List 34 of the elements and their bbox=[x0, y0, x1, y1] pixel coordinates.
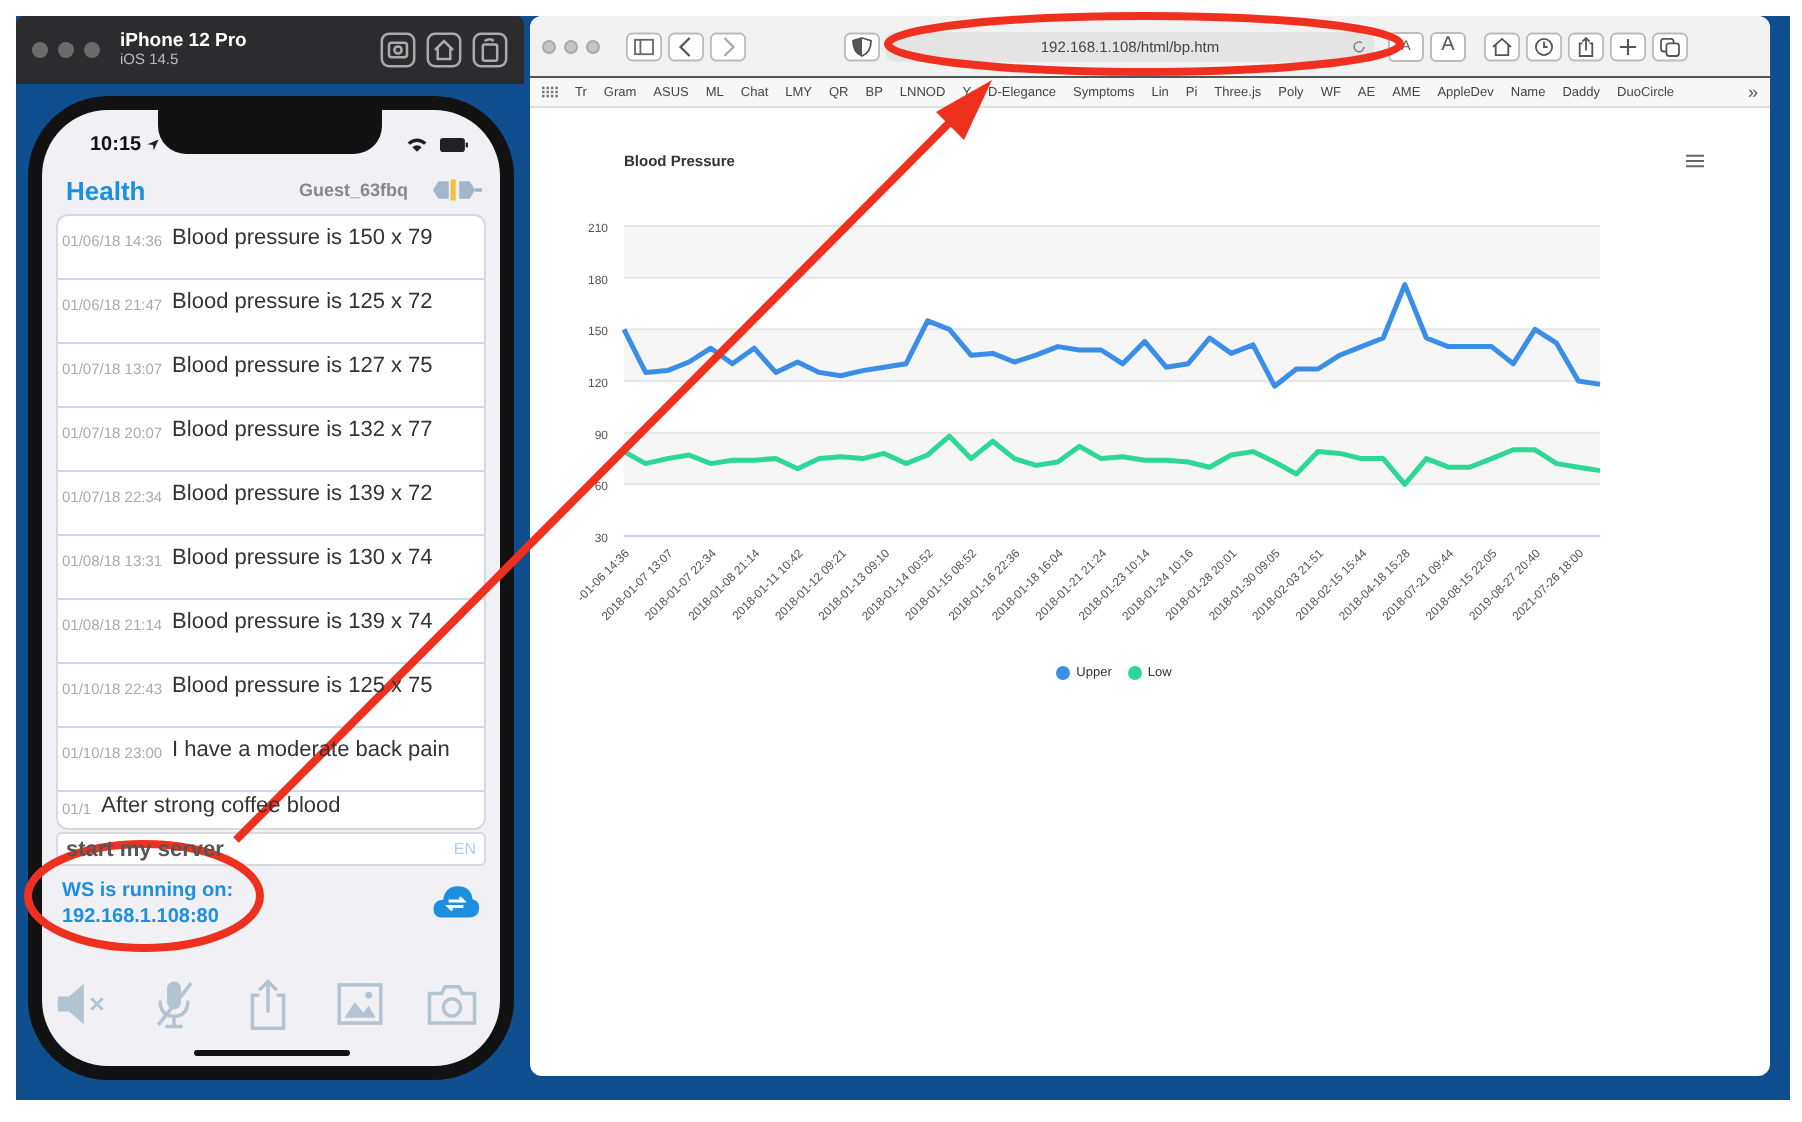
user-name: Guest_63fbq bbox=[298, 180, 408, 200]
tabs-icon[interactable] bbox=[1652, 31, 1688, 61]
rotate-icon[interactable] bbox=[472, 32, 508, 68]
shield-icon[interactable] bbox=[844, 31, 880, 61]
sidebar-icon[interactable] bbox=[626, 31, 662, 61]
message-text: Blood pressure is 125 x 72 bbox=[172, 290, 433, 314]
new-tab-icon[interactable] bbox=[1610, 31, 1646, 61]
back-button[interactable] bbox=[668, 31, 704, 61]
message-text: Blood pressure is 132 x 77 bbox=[172, 418, 433, 442]
apps-grid-icon[interactable] bbox=[542, 86, 558, 98]
home-icon[interactable] bbox=[1484, 31, 1520, 61]
message-text: Blood pressure is 127 x 75 bbox=[172, 354, 433, 378]
more-bookmarks-button[interactable]: » bbox=[1747, 82, 1758, 102]
cloud-sync-icon[interactable] bbox=[432, 882, 480, 920]
screenshot-icon[interactable] bbox=[380, 32, 416, 68]
message-text: Blood pressure is 139 x 74 bbox=[172, 610, 433, 634]
app-title: Health bbox=[66, 175, 146, 205]
reload-icon[interactable] bbox=[1352, 39, 1366, 53]
home-icon[interactable] bbox=[426, 32, 462, 68]
location-icon bbox=[145, 137, 160, 151]
language-label: EN bbox=[453, 840, 476, 858]
server-status: 192.168.1.108:80 bbox=[62, 904, 221, 930]
server-status: WS is running on: bbox=[62, 878, 234, 904]
message-text: Blood pressure is 150 x 79 bbox=[172, 226, 433, 250]
status-time: 10:15 bbox=[90, 133, 142, 155]
message-text: Blood pressure is 130 x 74 bbox=[172, 546, 433, 570]
share-icon[interactable] bbox=[1568, 31, 1604, 61]
message-text: Blood pressure is 139 x 72 bbox=[172, 482, 433, 506]
device-name: iPhone 12 Pro bbox=[120, 31, 247, 53]
text-size-button[interactable]: A bbox=[1430, 31, 1466, 61]
history-icon[interactable] bbox=[1526, 31, 1562, 61]
wifi-icon bbox=[406, 136, 428, 152]
battery-icon bbox=[440, 137, 468, 151]
menu-icon[interactable] bbox=[1686, 154, 1704, 168]
